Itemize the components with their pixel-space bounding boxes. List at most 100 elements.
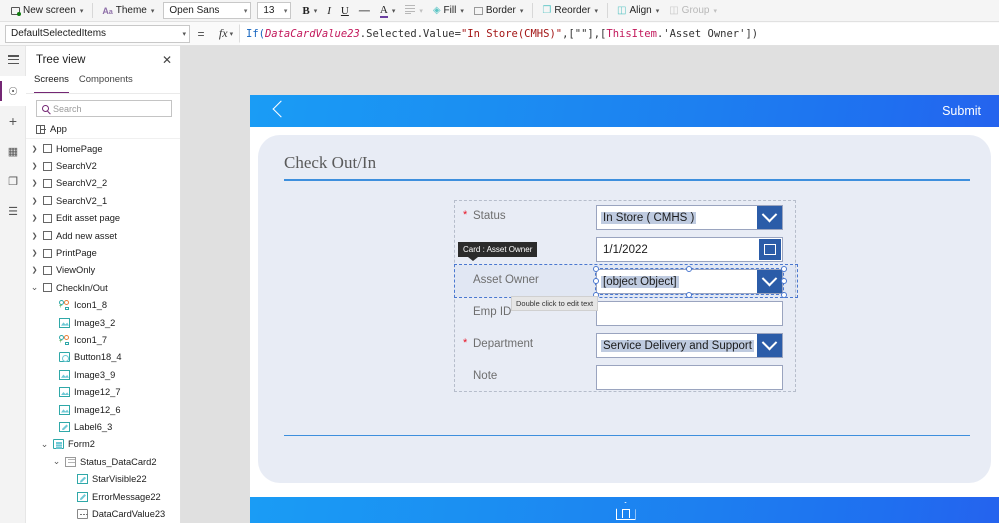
- formula-input[interactable]: If( DataCardValue23 .Selected.Value= "In…: [240, 22, 999, 45]
- fill-button[interactable]: ◈ Fill ▾: [428, 2, 469, 20]
- chevron-down-icon: ▾: [243, 7, 248, 15]
- tree-twisty-spacer: [46, 302, 55, 309]
- datacard-input-note[interactable]: [596, 365, 783, 390]
- italic-button[interactable]: I: [322, 2, 336, 20]
- rail-item-advanced[interactable]: ☰: [0, 196, 26, 226]
- chevron-right-icon[interactable]: ❯: [30, 214, 39, 222]
- form-container[interactable]: *StatusIn Store ( CMHS )Date1/1/2022Asse…: [454, 200, 798, 393]
- design-canvas[interactable]: Submit Check Out/In * Status In Store ( CM…: [181, 46, 999, 523]
- bottom-divider: [284, 435, 970, 437]
- resize-handle-ml[interactable]: [592, 278, 599, 284]
- datacard-status[interactable]: * Status In Store ( CMHS ): [455, 201, 797, 233]
- resize-handle-mr[interactable]: [780, 278, 787, 284]
- chevron-right-icon[interactable]: ❯: [30, 249, 39, 257]
- theme-icon: Aa: [102, 5, 113, 16]
- hamburger-icon: [7, 55, 19, 66]
- theme-button[interactable]: Aa Theme ▾: [97, 2, 159, 20]
- bold-button[interactable]: B ▾: [297, 2, 322, 20]
- rail-item-tree-view[interactable]: ☉: [0, 76, 26, 106]
- tree-view-icon: ☉: [8, 85, 18, 98]
- tree-node-label: Image3_2: [74, 317, 116, 328]
- tree-node-form2[interactable]: ⌄ Form2: [26, 436, 180, 453]
- datacard-emp-id[interactable]: Emp ID: [455, 297, 797, 329]
- screen-icon: [43, 178, 52, 188]
- tree-node-viewonly[interactable]: ❯ ViewOnly: [26, 262, 180, 279]
- tree-node-app[interactable]: App: [26, 121, 180, 139]
- font-size-select[interactable]: 13 ▾: [257, 2, 292, 19]
- tree-node-printpage[interactable]: ❯ PrintPage: [26, 244, 180, 261]
- app-header-bar: Submit: [250, 95, 999, 127]
- new-screen-button[interactable]: New screen ▾: [6, 2, 88, 20]
- chevron-right-icon[interactable]: ❯: [30, 197, 39, 205]
- tree-node-image12-7[interactable]: Image12_7: [26, 383, 180, 400]
- datacard-input-date[interactable]: 1/1/2022: [596, 237, 783, 262]
- submit-button[interactable]: Submit: [942, 104, 981, 118]
- back-chevron-icon[interactable]: [272, 100, 286, 122]
- tab-components[interactable]: Components: [79, 74, 133, 93]
- border-button[interactable]: Border ▾: [469, 2, 529, 20]
- tree-node-label: PrintPage: [56, 248, 97, 259]
- tree-node-label: Image3_9: [74, 369, 116, 380]
- fx-icon: fx: [218, 26, 228, 40]
- datacard-input-department[interactable]: Service Delivery and Support: [596, 333, 783, 358]
- tree-node-icon1-8[interactable]: + Icon1_8: [26, 297, 180, 314]
- tree-node-searchv2-1[interactable]: ❯ SearchV2_1: [26, 192, 180, 209]
- tree-node-add-new-asset[interactable]: ❯ Add new asset: [26, 227, 180, 244]
- rail-item-data[interactable]: ▦: [0, 136, 26, 166]
- tree-node-icon1-7[interactable]: + Icon1_7: [26, 331, 180, 348]
- tree-node-status-datacard2[interactable]: ⌄ Status_DataCard2: [26, 453, 180, 470]
- chevron-down-icon[interactable]: [757, 334, 782, 357]
- tree-node-edit-asset-page[interactable]: ❯ Edit asset page: [26, 210, 180, 227]
- tree-node-label6-3[interactable]: Label6_3: [26, 418, 180, 435]
- tree-node-datacardvalue23[interactable]: DataCardValue23: [26, 505, 180, 522]
- rail-item-media[interactable]: ❐: [0, 166, 26, 196]
- resize-handle-tl[interactable]: [592, 265, 599, 272]
- tree-node-homepage[interactable]: ❯ HomePage: [26, 140, 180, 157]
- chevron-right-icon[interactable]: ❯: [30, 266, 39, 274]
- tree-node-errormessage22[interactable]: ErrorMessage22: [26, 488, 180, 505]
- home-icon[interactable]: [615, 501, 635, 519]
- chevron-right-icon[interactable]: ❯: [30, 145, 39, 153]
- datacard-asset-owner[interactable]: Asset Owner [object Object] Card : Asset O…: [454, 242, 798, 311]
- fx-button[interactable]: fx ▾: [212, 24, 240, 43]
- tree-node-button18-4[interactable]: Button18_4: [26, 349, 180, 366]
- rail-item-insert[interactable]: +: [0, 106, 26, 136]
- font-color-button[interactable]: A ▾: [375, 2, 400, 20]
- datacard-note[interactable]: Note: [455, 361, 797, 393]
- property-select[interactable]: DefaultSelectedItems ▾: [5, 24, 190, 43]
- tree-node-image3-2[interactable]: Image3_2: [26, 314, 180, 331]
- chevron-down-icon[interactable]: ⌄: [40, 439, 49, 450]
- tree-node-image12-6[interactable]: Image12_6: [26, 401, 180, 418]
- chevron-down-icon[interactable]: ⌄: [30, 282, 39, 293]
- strikethrough-button[interactable]: —: [354, 2, 375, 20]
- datacard-department[interactable]: * Department Service Delivery and Support: [455, 329, 797, 361]
- italic-icon: I: [327, 4, 331, 17]
- underline-button[interactable]: U: [336, 2, 354, 20]
- chevron-down-icon[interactable]: ⌄: [52, 456, 61, 467]
- resize-handle-tr[interactable]: [780, 265, 787, 272]
- chevron-down-icon[interactable]: [757, 206, 782, 229]
- tree-node-searchv2-2[interactable]: ❯ SearchV2_2: [26, 175, 180, 192]
- hamburger-menu-button[interactable]: [0, 46, 26, 76]
- datacard-input-emp-id[interactable]: [596, 301, 783, 326]
- chevron-right-icon[interactable]: ❯: [30, 179, 39, 187]
- font-name-select[interactable]: Open Sans ▾: [163, 2, 252, 19]
- group-button[interactable]: ◫ Group ▾: [664, 2, 722, 20]
- search-input[interactable]: Search: [36, 100, 172, 117]
- tree-node-checkin-out[interactable]: ⌄ CheckIn/Out: [26, 279, 180, 296]
- chevron-right-icon[interactable]: ❯: [30, 232, 39, 240]
- icon-icon: +: [59, 334, 70, 345]
- tree-node-image3-9[interactable]: Image3_9: [26, 366, 180, 383]
- app-screen-preview[interactable]: Submit Check Out/In * Status In Store ( CM…: [250, 95, 999, 523]
- datacard-input-status[interactable]: In Store ( CMHS ): [596, 205, 783, 230]
- chevron-right-icon[interactable]: ❯: [30, 162, 39, 170]
- resize-handle-tc[interactable]: [686, 265, 692, 272]
- calendar-icon[interactable]: [759, 239, 781, 260]
- tree-node-searchv2[interactable]: ❯ SearchV2: [26, 157, 180, 174]
- close-icon[interactable]: ✕: [162, 54, 172, 66]
- align-button[interactable]: ◫ Align ▾: [612, 2, 664, 20]
- reorder-button[interactable]: ❐ Reorder ▾: [537, 2, 603, 20]
- tree-node-starvisible22[interactable]: StarVisible22: [26, 470, 180, 487]
- text-align-button[interactable]: ▾: [400, 2, 428, 20]
- tab-screens[interactable]: Screens: [34, 74, 69, 93]
